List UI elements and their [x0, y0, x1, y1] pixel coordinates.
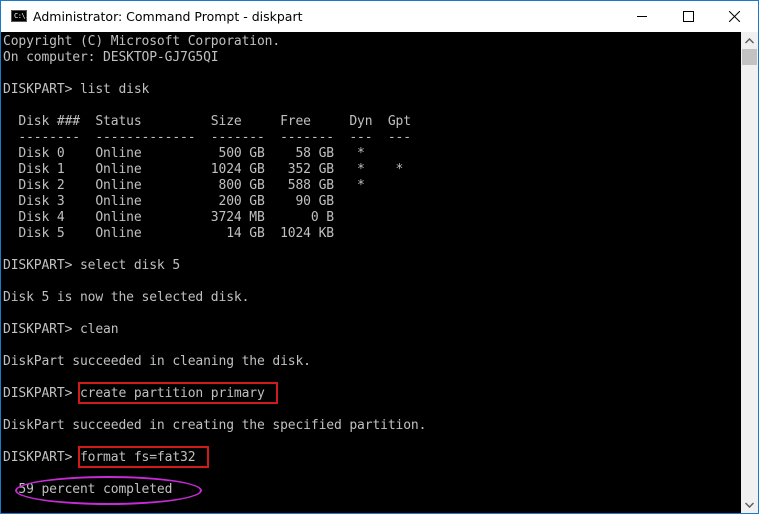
command-prompt-window: C:\. Administrator: Command Prompt - dis…: [0, 0, 759, 514]
title-bar[interactable]: C:\. Administrator: Command Prompt - dis…: [1, 1, 758, 32]
maximize-button[interactable]: [665, 1, 711, 32]
highlight-ellipse-progress: [15, 476, 202, 505]
console-line: Disk 5 Online 14 GB 1024 KB: [3, 226, 334, 241]
console-line: Disk 2 Online 800 GB 588 GB *: [3, 178, 365, 193]
cmd-app-icon[interactable]: C:\.: [11, 10, 29, 22]
close-icon: [728, 11, 740, 22]
console-output[interactable]: 59 percent completed DISKPART> format fs=…: [1, 32, 741, 513]
scroll-thumb[interactable]: [742, 49, 757, 65]
console-line: -------- ------------- ------- ------- -…: [3, 130, 411, 145]
console-line: Disk 3 Online 200 GB 90 GB: [3, 194, 334, 209]
console-line: DiskPart succeeded in creating the speci…: [3, 418, 427, 433]
console-line: On computer: DESKTOP-GJ7G5QI: [3, 50, 219, 65]
close-button[interactable]: [711, 1, 757, 32]
vertical-scrollbar[interactable]: [741, 32, 758, 513]
console-line: Copyright (C) Microsoft Corporation.: [3, 34, 281, 49]
console-line: Disk 0 Online 500 GB 58 GB *: [3, 146, 365, 161]
chevron-up-icon: [745, 37, 754, 44]
console-line: DISKPART> select disk 5: [3, 258, 181, 273]
console-line: DiskPart succeeded in cleaning the disk.: [3, 354, 311, 369]
console-line: Disk 1 Online 1024 GB 352 GB * *: [3, 162, 404, 177]
highlight-box-format: [78, 446, 209, 468]
console-line: Disk ### Status Size Free Dyn Gpt: [3, 114, 411, 129]
console-line: DISKPART> list disk: [3, 82, 150, 97]
chevron-down-icon: [745, 501, 754, 508]
cmd-icon-glyph: C:\.: [14, 12, 29, 20]
minimize-icon: [636, 16, 647, 17]
console-line: Disk 5 is now the selected disk.: [3, 290, 250, 305]
maximize-icon: [682, 11, 694, 22]
scroll-down-button[interactable]: [741, 496, 758, 513]
console-line: DISKPART> clean: [3, 322, 119, 337]
highlight-box-create-partition: [78, 382, 278, 404]
console-line: Disk 4 Online 3724 MB 0 B: [3, 210, 334, 225]
window-title: Administrator: Command Prompt - diskpart: [33, 9, 303, 24]
scroll-up-button[interactable]: [741, 32, 758, 49]
minimize-button[interactable]: [619, 1, 665, 32]
